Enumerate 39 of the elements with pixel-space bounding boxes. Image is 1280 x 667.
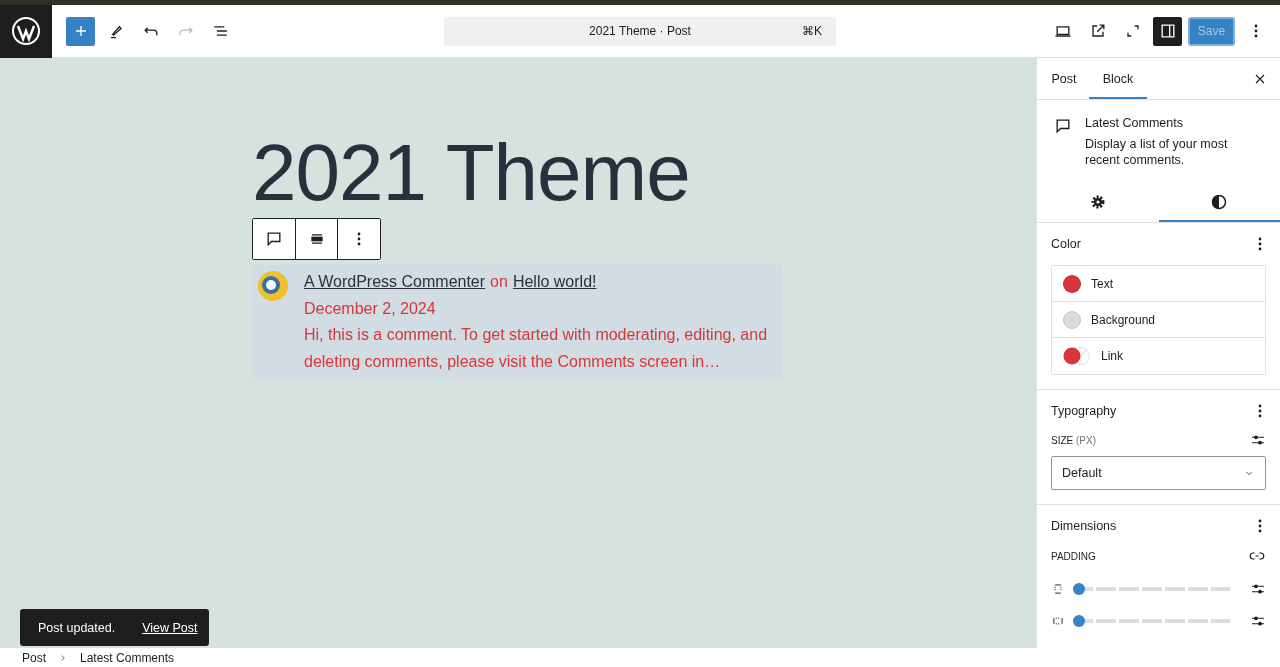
padding-label: PADDING [1051, 550, 1096, 562]
sidebar-tab[interactable]: Block [1089, 58, 1147, 99]
comment-date: December 2, 2024 [304, 298, 437, 319]
more-icon [1253, 24, 1258, 38]
block-type-button[interactable] [253, 219, 296, 259]
slider-thumb[interactable] [1073, 583, 1085, 595]
padding-horizontal-icon [1051, 614, 1065, 628]
more-icon [1258, 404, 1262, 418]
command-bar[interactable]: 2021 Theme · Post ⌘K [444, 16, 836, 46]
comment-excerpt: Hi, this is a comment. To get started with moderating, editing, and deleting comments, please visit the Comments screen in… [304, 325, 769, 372]
slider-thumb[interactable] [1073, 615, 1085, 627]
add-block-button[interactable] [66, 16, 95, 46]
section-title: Dimensions [1051, 519, 1117, 533]
sidebar-tab[interactable]: Post [1039, 58, 1089, 99]
view-post-link[interactable]: View Post [142, 620, 198, 635]
joiner-text: on [490, 272, 508, 292]
block-description: Display a list of your most recent comments. [1085, 136, 1229, 168]
size-label: SIZE (PX) [1051, 434, 1096, 446]
post-link[interactable]: Hello world! [512, 269, 597, 296]
contrast-icon [1211, 194, 1228, 210]
color-option[interactable]: Text [1052, 266, 1265, 302]
settings-icon [1089, 194, 1106, 210]
sidebar-toggle-button[interactable] [1153, 16, 1182, 46]
more-icon [357, 232, 362, 246]
wordpress-logo[interactable] [12, 17, 40, 45]
padding-vertical-icon [1051, 582, 1065, 596]
more-icon [1258, 237, 1262, 251]
shortcut-hint: ⌘K [802, 24, 822, 38]
snackbar-message: Post updated. [38, 620, 116, 635]
section-title: Typography [1051, 404, 1117, 418]
avatar-icon [256, 269, 290, 303]
more-icon [1258, 519, 1262, 533]
post-title[interactable]: 2021 Theme [252, 128, 1036, 218]
breadcrumb-item[interactable]: Post [22, 650, 46, 665]
breadcrumb-item[interactable]: Latest Comments [80, 650, 175, 665]
author-link[interactable]: A WordPress Commenter [304, 269, 486, 296]
block-title: Latest Comments [1085, 116, 1184, 130]
section-title: Color [1051, 237, 1081, 251]
font-size-select[interactable]: Default [1051, 456, 1266, 490]
